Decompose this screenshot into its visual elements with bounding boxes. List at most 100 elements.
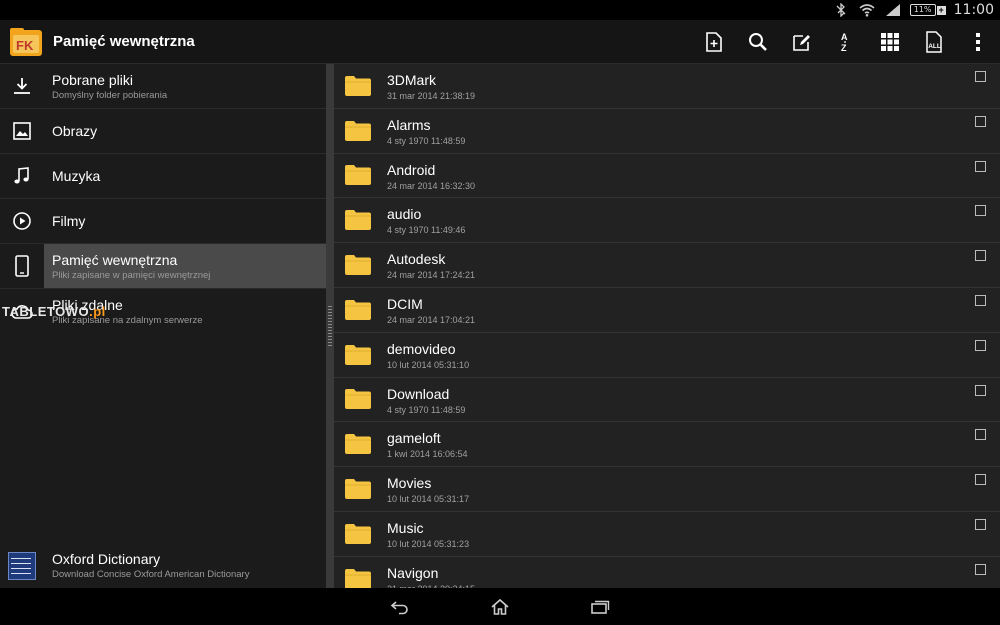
file-row[interactable]: Alarms 4 sty 1970 11:48:59 — [334, 109, 1000, 154]
file-name: 3DMark — [387, 72, 437, 88]
sidebar-item-sublabel: Download Concise Oxford American Diction… — [52, 569, 250, 580]
file-row[interactable]: Movies 10 lut 2014 05:31:17 — [334, 467, 1000, 512]
file-name: Navigon — [387, 564, 439, 581]
svg-text:Z: Z — [841, 43, 847, 53]
file-row[interactable]: Autodesk 24 mar 2014 17:24:21 — [334, 243, 1000, 288]
sidebar-item-label: Pamięć wewnętrzna — [52, 251, 178, 268]
tablet-icon — [0, 244, 44, 288]
sidebar-item-label: Obrazy — [52, 123, 98, 139]
new-file-icon[interactable] — [692, 20, 736, 64]
sidebar-item-label: Filmy — [52, 213, 86, 229]
file-name: Autodesk — [387, 251, 446, 268]
bluetooth-off-icon — [832, 3, 850, 17]
svg-text:FK: FK — [16, 38, 34, 53]
select-checkbox[interactable] — [975, 205, 986, 217]
file-row[interactable]: Download 4 sty 1970 11:48:59 — [334, 378, 1000, 423]
folder-icon — [344, 344, 372, 366]
status-clock: 11:00 — [953, 2, 994, 18]
dictionary-icon — [8, 551, 36, 580]
select-checkbox[interactable] — [975, 474, 986, 486]
folder-icon — [344, 388, 372, 410]
file-row[interactable]: audio 4 sty 1970 11:49:46 — [334, 198, 1000, 244]
status-bar: 11% + 11:00 — [0, 0, 1000, 20]
file-row[interactable]: DCIM 24 mar 2014 17:04:21 — [334, 288, 1000, 333]
sidebar-item-internal-storage[interactable]: Pamięć wewnętrzna Pliki zapisane w pamię… — [0, 244, 326, 289]
folder-icon — [344, 299, 372, 321]
folder-icon — [344, 523, 372, 545]
file-name: gameloft — [387, 430, 441, 447]
svg-text:A: A — [841, 32, 848, 42]
sidebar-item-music[interactable]: Muzyka — [0, 154, 326, 199]
file-row[interactable]: Navigon21 mar 2014 20:34:15 — [334, 557, 1000, 588]
file-row[interactable]: 3DMark 31 mar 2014 21:38:19 — [334, 64, 1000, 109]
select-checkbox[interactable] — [975, 115, 986, 127]
folder-icon — [344, 433, 372, 455]
battery-level: 11% — [909, 4, 936, 16]
sidebar-item-label: Pobrane pliki — [52, 71, 133, 88]
file-date: 10 lut 2014 05:31:17 — [387, 494, 470, 505]
back-icon[interactable] — [385, 592, 415, 622]
folder-icon — [344, 254, 372, 276]
action-bar: FK Pamięć wewnętrzna AZ ALL — [0, 20, 1000, 64]
svg-text:ALL: ALL — [928, 43, 941, 50]
select-all-icon[interactable]: ALL — [912, 20, 956, 64]
file-row[interactable]: demovideo 10 lut 2014 05:31:10 — [334, 333, 1000, 378]
sidebar-item-label: Muzyka — [52, 168, 101, 184]
file-row[interactable]: Music 10 lut 2014 05:31:23 — [334, 512, 1000, 557]
file-name: demovideo — [387, 340, 456, 357]
sidebar: Pobrane pliki Domyślny folder pobierania… — [0, 64, 326, 588]
select-checkbox[interactable] — [975, 294, 986, 306]
pane-splitter[interactable] — [326, 64, 334, 588]
watermark: TABLETOWO.pl — [2, 304, 106, 319]
file-date: 4 sty 1970 11:49:46 — [387, 225, 466, 236]
select-checkbox[interactable] — [975, 160, 986, 172]
select-checkbox[interactable] — [975, 384, 986, 396]
page-title: Pamięć wewnętrzna — [53, 33, 195, 50]
overflow-menu-icon[interactable] — [956, 20, 1000, 64]
sort-az-icon[interactable]: AZ — [824, 20, 868, 64]
image-icon — [0, 109, 44, 153]
select-checkbox[interactable] — [975, 518, 986, 530]
wifi-icon — [858, 3, 876, 17]
select-checkbox[interactable] — [975, 563, 986, 575]
file-name: Movies — [387, 475, 432, 492]
watermark-suffix: .pl — [89, 304, 106, 319]
battery-indicator: 11% + — [909, 4, 946, 16]
file-name: DCIM — [387, 295, 423, 312]
file-row[interactable]: Android 24 mar 2014 16:32:30 — [334, 154, 1000, 199]
file-name: Android — [387, 161, 436, 178]
signal-icon — [884, 3, 902, 17]
sidebar-item-downloads[interactable]: Pobrane pliki Domyślny folder pobierania — [0, 64, 326, 109]
sidebar-item-sublabel: Domyślny folder pobierania — [52, 89, 168, 101]
sidebar-item-images[interactable]: Obrazy — [0, 109, 326, 154]
grid-view-icon[interactable] — [868, 20, 912, 64]
app-logo-icon[interactable]: FK — [8, 24, 44, 60]
file-list: 3DMark 31 mar 2014 21:38:19 Alarms 4 sty 19… — [334, 64, 1000, 588]
search-icon[interactable] — [736, 20, 780, 64]
watermark-main: TABLETOWO — [2, 304, 90, 319]
sidebar-item-sublabel: Pliki zapisane w pamięci wewnętrznej — [52, 269, 211, 281]
select-checkbox[interactable] — [975, 71, 986, 82]
folder-icon — [344, 568, 372, 588]
recent-apps-icon[interactable] — [585, 592, 615, 622]
select-checkbox[interactable] — [975, 429, 986, 441]
folder-icon — [344, 120, 372, 142]
file-date: 4 sty 1970 11:48:59 — [387, 135, 466, 146]
select-checkbox[interactable] — [975, 250, 986, 262]
file-date: 24 mar 2014 17:24:21 — [387, 270, 476, 281]
file-date: 31 mar 2014 21:38:19 — [387, 91, 476, 101]
splitter-grip-icon[interactable] — [328, 306, 332, 346]
sidebar-item-oxford-dictionary[interactable]: Oxford Dictionary Download Concise Oxfor… — [0, 543, 326, 588]
home-icon[interactable] — [485, 592, 515, 622]
sidebar-item-movies[interactable]: Filmy — [0, 199, 326, 244]
music-icon — [0, 154, 44, 198]
download-icon — [0, 64, 44, 108]
toolbar-actions: AZ ALL — [692, 20, 1000, 64]
file-date: 10 lut 2014 05:31:23 — [387, 538, 470, 549]
edit-icon[interactable] — [780, 20, 824, 64]
file-date: 1 kwi 2014 16:06:54 — [387, 449, 468, 460]
file-date: 24 mar 2014 17:04:21 — [387, 314, 476, 325]
select-checkbox[interactable] — [975, 339, 986, 351]
folder-icon — [344, 75, 372, 97]
file-row[interactable]: gameloft 1 kwi 2014 16:06:54 — [334, 422, 1000, 468]
